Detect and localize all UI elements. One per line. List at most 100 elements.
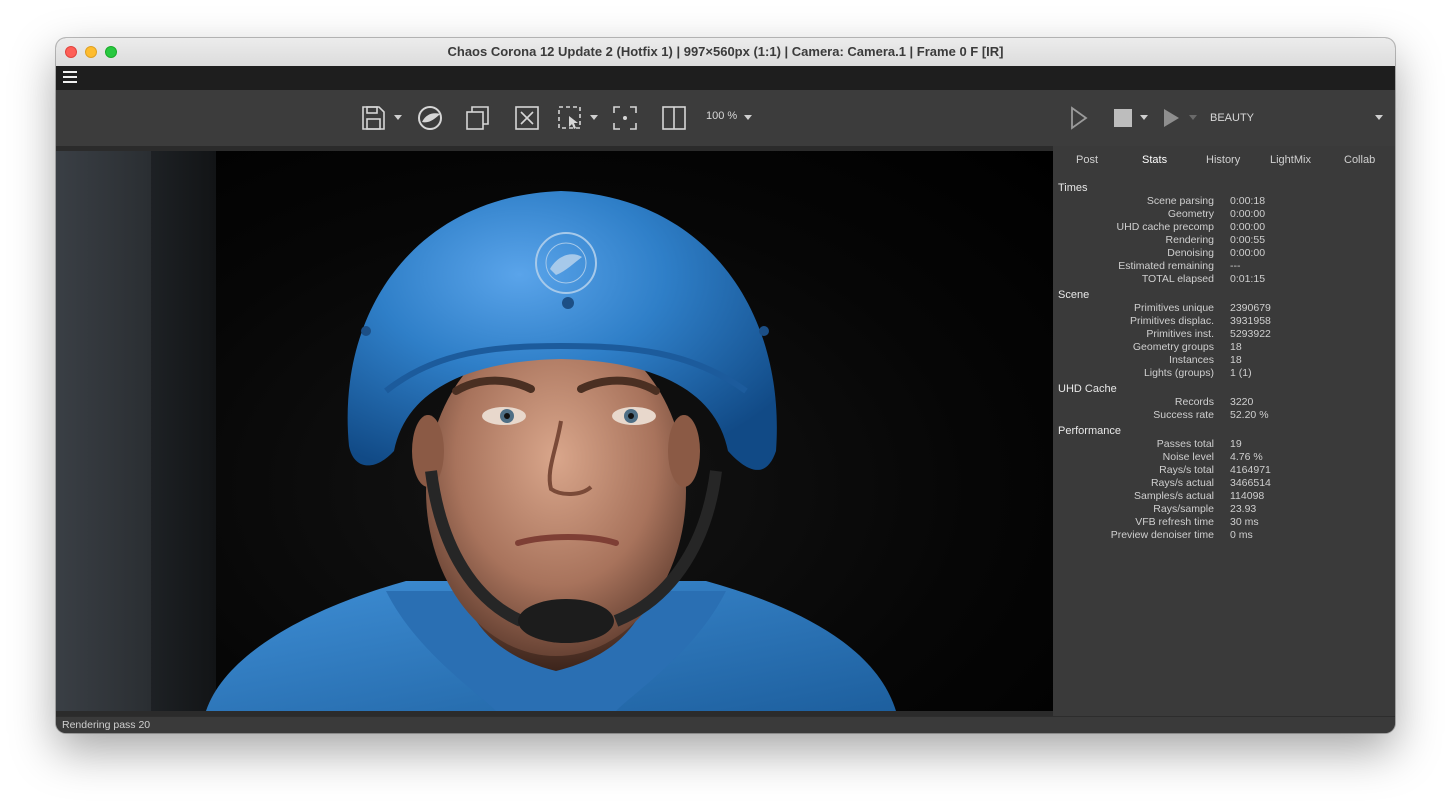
rendered-soldier-portrait <box>206 191 896 711</box>
stat-row: Rays/s actual 3466514 <box>1058 477 1388 490</box>
stat-value: 0:01:15 <box>1230 273 1266 285</box>
stop-dropdown-caret-icon[interactable] <box>1140 115 1148 120</box>
stats-panel: Post Stats History LightMix Collab Times… <box>1053 146 1395 716</box>
stat-label: Noise level <box>1162 451 1214 463</box>
clear-icon <box>515 106 539 130</box>
stat-row: Geometry 0:00:00 <box>1058 208 1388 221</box>
stat-row: Scene parsing 0:00:18 <box>1058 195 1388 208</box>
stat-label: Rendering <box>1165 234 1214 246</box>
stat-row: Geometry groups 18 <box>1058 341 1388 354</box>
stat-row: Denoising 0:00:00 <box>1058 247 1388 260</box>
stat-row: Success rate 52.20 % <box>1058 409 1388 422</box>
title-bar[interactable]: Chaos Corona 12 Update 2 (Hotfix 1) | 99… <box>56 38 1395 67</box>
stop-icon <box>1114 109 1132 127</box>
stat-label: Passes total <box>1156 438 1214 450</box>
region-dropdown-caret-icon[interactable] <box>590 115 598 120</box>
play-outline-icon <box>1071 106 1088 130</box>
stat-row: Primitives displac. 3931958 <box>1058 315 1388 328</box>
stat-value: 3931958 <box>1230 315 1271 327</box>
stat-value: 18 <box>1230 354 1242 366</box>
stat-label: Records <box>1174 396 1214 408</box>
window-title: Chaos Corona 12 Update 2 (Hotfix 1) | 99… <box>447 44 1004 59</box>
split-view-button[interactable] <box>661 104 687 132</box>
stat-value: 19 <box>1230 438 1242 450</box>
toolbar: 100 % <box>56 90 1053 146</box>
tab-history[interactable]: History <box>1206 154 1240 166</box>
render-viewport[interactable] <box>56 146 1053 716</box>
stat-value: --- <box>1230 260 1241 272</box>
region-select-button[interactable] <box>557 104 583 132</box>
stat-label: Primitives inst. <box>1146 328 1214 340</box>
save-dropdown-caret-icon[interactable] <box>394 115 402 120</box>
stat-row: Rays/s total 4164971 <box>1058 464 1388 477</box>
status-text: Rendering pass 20 <box>62 719 151 731</box>
focus-button[interactable] <box>612 104 638 132</box>
split-view-icon <box>662 106 686 130</box>
region-select-icon <box>558 106 581 129</box>
corona-logo-icon <box>418 106 442 130</box>
panel-tabs: Post Stats History LightMix Collab <box>1053 154 1395 174</box>
focus-icon <box>613 106 637 130</box>
stat-row: Primitives inst. 5293922 <box>1058 328 1388 341</box>
tab-collab[interactable]: Collab <box>1344 154 1375 166</box>
stat-value: 0:00:00 <box>1230 247 1266 259</box>
stat-label: Rays/sample <box>1153 503 1214 515</box>
stat-value: 1 (1) <box>1230 367 1252 379</box>
stat-value: 4.76 % <box>1230 451 1263 463</box>
minimize-window-button[interactable] <box>85 46 97 58</box>
stat-label: Success rate <box>1153 409 1214 421</box>
stat-value: 30 ms <box>1230 516 1259 528</box>
stop-button[interactable] <box>1113 104 1133 132</box>
stat-label: Rays/s total <box>1159 464 1214 476</box>
stat-value: 0:00:55 <box>1230 234 1266 246</box>
tab-stats[interactable]: Stats <box>1142 154 1167 166</box>
resume-dropdown-caret-icon[interactable] <box>1189 115 1197 120</box>
save-button[interactable] <box>361 104 387 132</box>
stat-value: 5293922 <box>1230 328 1271 340</box>
stat-label: Primitives displac. <box>1129 315 1214 327</box>
stat-label: Scene parsing <box>1146 195 1214 207</box>
stat-value: 0:00:00 <box>1230 221 1266 233</box>
stat-row: Passes total 19 <box>1058 438 1388 451</box>
status-bar: Rendering pass 20 <box>56 716 1395 733</box>
stat-row: Samples/s actual 114098 <box>1058 490 1388 503</box>
close-window-button[interactable] <box>65 46 77 58</box>
corona-logo-button[interactable] <box>417 104 443 132</box>
group-title-scene: Scene <box>1058 289 1090 301</box>
hamburger-menu-icon[interactable] <box>63 71 77 85</box>
stat-label: VFB refresh time <box>1135 516 1214 528</box>
stat-row: Noise level 4.76 % <box>1058 451 1388 464</box>
stat-row: UHD cache precomp 0:00:00 <box>1058 221 1388 234</box>
rendered-image <box>56 151 1053 711</box>
render-controls: BEAUTY <box>1053 90 1395 146</box>
stats-list: Times Scene parsing 0:00:18 Geometry 0:00:… <box>1058 179 1388 542</box>
stat-value: 18 <box>1230 341 1242 353</box>
stat-value: 23.93 <box>1230 503 1257 515</box>
stat-value: 3220 <box>1230 396 1254 408</box>
vfb-window: Chaos Corona 12 Update 2 (Hotfix 1) | 99… <box>56 38 1395 733</box>
stat-row: Instances 18 <box>1058 354 1388 367</box>
render-channel-select[interactable]: BEAUTY <box>1210 112 1254 124</box>
tab-post[interactable]: Post <box>1076 154 1098 166</box>
zoom-window-button[interactable] <box>105 46 117 58</box>
stat-label: Rays/s actual <box>1150 477 1214 489</box>
stat-label: TOTAL elapsed <box>1141 273 1214 285</box>
channel-dropdown-caret-icon[interactable] <box>1375 115 1383 120</box>
copy-button[interactable] <box>465 104 491 132</box>
render-button[interactable] <box>1068 104 1090 132</box>
stat-row: Preview denoiser time 0 ms <box>1058 529 1388 542</box>
tab-lightmix[interactable]: LightMix <box>1270 154 1311 166</box>
stat-value: 4164971 <box>1230 464 1271 476</box>
clear-button[interactable] <box>514 104 540 132</box>
stat-value: 2390679 <box>1230 302 1271 314</box>
zoom-level[interactable]: 100 % <box>706 110 737 122</box>
stat-row: TOTAL elapsed 0:01:15 <box>1058 273 1388 286</box>
stat-label: Preview denoiser time <box>1110 529 1214 541</box>
play-icon <box>1164 109 1179 127</box>
resume-button[interactable] <box>1161 104 1183 132</box>
copy-icon <box>466 106 489 130</box>
stat-value: 0 ms <box>1230 529 1253 541</box>
stat-label: Denoising <box>1167 247 1214 259</box>
stat-row: VFB refresh time 30 ms <box>1058 516 1388 529</box>
zoom-dropdown-caret-icon[interactable] <box>744 115 752 120</box>
